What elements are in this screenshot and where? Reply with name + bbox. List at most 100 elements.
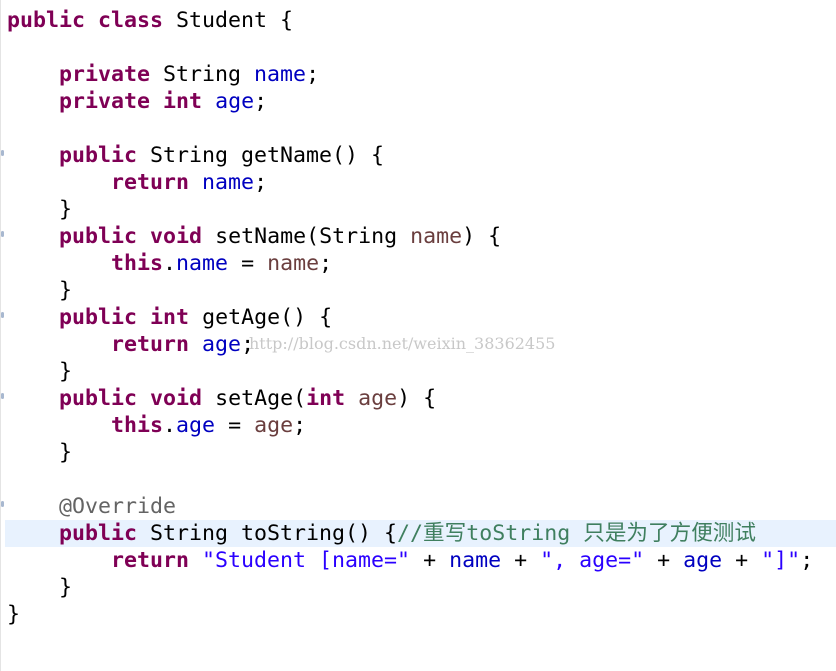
code-token-plain: setName(String (202, 224, 411, 249)
code-line[interactable]: } (7, 601, 20, 628)
code-token-plain: String (150, 62, 255, 87)
code-token-field: name (176, 251, 229, 276)
code-token-param: name (267, 251, 320, 276)
code-token-plain: setAge( (202, 386, 307, 411)
code-token-plain: = (228, 251, 268, 276)
code-token-param: age (358, 386, 398, 411)
watermark: http://blog.csdn.net/weixin_38362455 (249, 334, 556, 353)
code-token-plain: String toString() { (137, 521, 398, 546)
code-token-kw: private (59, 62, 151, 87)
code-token-plain: ; (800, 548, 814, 573)
code-token-plain: } (7, 359, 73, 384)
code-token-kw: int (306, 386, 346, 411)
code-token-plain: } (7, 575, 73, 600)
code-token-kw: this (111, 413, 164, 438)
code-token-plain: + (644, 548, 684, 573)
code-line[interactable]: } (7, 196, 72, 223)
code-token-plain: ; (254, 89, 268, 114)
code-token-plain: String getName() { (137, 143, 385, 168)
code-token-cmt: //重写toString 只是为了方便测试 (397, 521, 756, 546)
code-line[interactable]: } (7, 277, 72, 304)
override-marker-icon (1, 231, 4, 237)
code-line[interactable]: @Override (7, 493, 176, 520)
code-line[interactable]: public String getName() { (7, 142, 384, 169)
code-token-plain: + (722, 548, 762, 573)
code-token-str: "Student [name=" (202, 548, 411, 573)
code-line[interactable]: public class Student { (7, 7, 293, 34)
code-line[interactable]: private String name; (7, 61, 319, 88)
code-line[interactable]: public void setName(String name) { (7, 223, 501, 250)
code-token-plain: ) { (397, 386, 437, 411)
code-token-plain: = (215, 413, 255, 438)
code-token-kw: public (59, 305, 138, 330)
code-line[interactable]: public int getAge() { (7, 304, 332, 331)
code-token-plain: ; (254, 170, 268, 195)
code-token-plain: Student { (163, 8, 294, 33)
code-token-param: age (254, 413, 294, 438)
code-token-str: ", age=" (540, 548, 645, 573)
code-token-kw: this (111, 251, 164, 276)
code-token-field: name (202, 170, 255, 195)
code-token-field: age (215, 89, 255, 114)
code-token-kw: private (59, 89, 151, 114)
code-token-kw: int (150, 305, 190, 330)
code-line[interactable]: private int age; (7, 88, 267, 115)
code-token-plain: getAge() { (189, 305, 333, 330)
code-token-field: name (449, 548, 502, 573)
code-token-kw: void (150, 386, 203, 411)
code-line[interactable]: this.age = age; (7, 412, 306, 439)
code-token-kw: return (111, 170, 190, 195)
code-token-plain: ; (306, 62, 320, 87)
code-token-plain: ; (293, 413, 307, 438)
code-token-plain: } (7, 278, 73, 303)
code-line[interactable]: this.name = name; (7, 250, 332, 277)
code-line[interactable]: return name; (7, 169, 267, 196)
code-line[interactable]: } (7, 439, 72, 466)
code-token-kw: public (59, 521, 138, 546)
code-token-kw: public (59, 143, 138, 168)
override-marker-icon (1, 393, 4, 399)
code-token-plain: . (163, 413, 177, 438)
code-line[interactable]: public void setAge(int age) { (7, 385, 436, 412)
code-token-field: name (254, 62, 307, 87)
code-token-kw: class (98, 8, 164, 33)
code-token-kw: return (111, 548, 190, 573)
code-token-kw: public (59, 224, 138, 249)
code-line[interactable]: return age; (7, 331, 254, 358)
code-token-param: name (410, 224, 463, 249)
code-token-kw: void (150, 224, 203, 249)
code-token-plain: ; (319, 251, 333, 276)
code-editor[interactable]: public class Student { private String na… (0, 0, 836, 671)
code-line[interactable]: } (7, 358, 72, 385)
code-line[interactable]: } (7, 574, 72, 601)
code-line[interactable]: return "Student [name=" + name + ", age=… (7, 547, 813, 574)
code-line[interactable]: public String toString() {//重写toString 只… (7, 520, 756, 547)
override-marker-icon (1, 312, 4, 318)
code-token-str: "]" (761, 548, 801, 573)
code-token-field: age (202, 332, 242, 357)
code-token-kw: public (59, 386, 138, 411)
code-token-field: age (683, 548, 723, 573)
override-marker-icon (1, 150, 4, 156)
code-token-plain: } (7, 602, 21, 627)
code-token-plain: + (501, 548, 541, 573)
